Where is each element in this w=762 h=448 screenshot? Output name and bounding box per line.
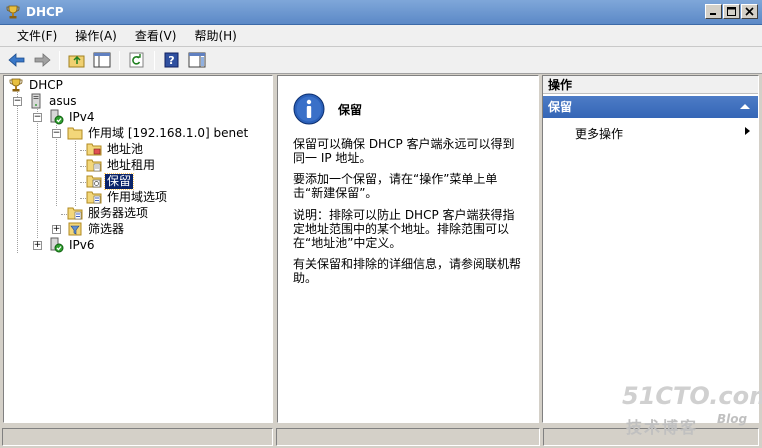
ip-server-ok-icon <box>50 109 64 125</box>
console-tree-pane[interactable]: DHCP − asus − IPv4 − 作用域 [192.168.1.0] b… <box>3 75 273 423</box>
close-button[interactable] <box>741 4 758 19</box>
tree-item-label: 地址租用 <box>107 157 156 172</box>
forward-button[interactable] <box>31 50 53 71</box>
tree-item-server[interactable]: asus <box>28 93 78 109</box>
watermark: 51CTO.com 技术博客 Blog <box>622 382 762 438</box>
toolbar-separator <box>154 50 155 70</box>
collapse-toggle[interactable]: − <box>13 97 22 106</box>
refresh-icon <box>129 52 144 68</box>
actions-section-reservations[interactable]: 保留 <box>543 96 758 118</box>
collapse-toggle[interactable]: − <box>52 129 61 138</box>
actions-section-label: 保留 <box>548 100 573 114</box>
content-paragraph: 保留可以确保 DHCP 客户端永远可以得到同一 IP 地址。 <box>293 137 515 165</box>
help-button[interactable]: ? <box>161 50 183 71</box>
title-bar[interactable]: DHCP <box>0 0 762 25</box>
tree-item-address-pool[interactable]: 地址池 <box>86 141 145 157</box>
collapse-toggle[interactable]: − <box>33 113 42 122</box>
tree-guide <box>37 109 38 238</box>
server-icon <box>31 93 41 109</box>
console-tree-icon <box>93 52 111 68</box>
status-cell <box>276 428 540 446</box>
refresh-button[interactable] <box>126 50 148 71</box>
dhcp-trophy-icon <box>9 78 23 92</box>
more-actions-item[interactable]: 更多操作 <box>575 125 623 142</box>
tree-item-scope[interactable]: 作用域 [192.168.1.0] benet <box>67 125 250 141</box>
folder-options-icon <box>86 191 102 204</box>
tree-item-address-leases[interactable]: 地址租用 <box>86 157 157 173</box>
actions-header: 操作 <box>543 76 758 94</box>
arrow-left-icon <box>8 53 25 67</box>
toolbar: ? <box>0 47 762 74</box>
tree-item-ipv6[interactable]: IPv6 <box>48 237 97 253</box>
tree-guide <box>75 141 76 206</box>
watermark-subtitle: 技术博客 <box>626 418 699 437</box>
tree-item-dhcp[interactable]: DHCP <box>8 77 65 93</box>
tree-item-label: 作用域 [192.168.1.0] benet <box>88 125 249 140</box>
filter-icon <box>68 222 82 236</box>
tree-item-label: asus <box>49 93 77 108</box>
window-title: DHCP <box>26 5 64 19</box>
watermark-blog: Blog <box>717 412 748 426</box>
collapse-caret-icon[interactable] <box>740 104 750 109</box>
tree-item-scope-options[interactable]: 作用域选项 <box>86 189 169 205</box>
status-cell <box>2 428 273 446</box>
tree-item-label: 地址池 <box>107 141 144 156</box>
tree-item-label: 服务器选项 <box>88 205 149 220</box>
watermark-logo: 51CTO.com <box>622 382 762 410</box>
tree-item-label: IPv4 <box>69 109 95 124</box>
tree-item-label: DHCP <box>29 77 63 92</box>
folder-leases-icon <box>86 159 102 172</box>
tree-item-label: 作用域选项 <box>107 189 168 204</box>
tree-item-server-options[interactable]: 服务器选项 <box>67 205 150 221</box>
submenu-arrow-icon <box>745 127 750 135</box>
content-paragraph: 要添加一个保留，请在“操作”菜单上单击“新建保留”。 <box>293 172 498 200</box>
expand-toggle[interactable]: + <box>52 225 61 234</box>
tree-item-label: 保留 <box>103 172 135 190</box>
dhcp-trophy-icon <box>6 5 20 19</box>
menu-file[interactable]: 文件(F) <box>8 26 66 46</box>
tree-item-ipv4[interactable]: IPv4 <box>48 109 97 125</box>
close-icon <box>745 7 754 16</box>
help-book-icon: ? <box>164 52 179 68</box>
tree-guide <box>17 92 18 253</box>
folder-up-icon <box>68 55 85 68</box>
folder-options-icon <box>67 207 83 220</box>
toolbar-separator <box>119 50 120 70</box>
ip-server-ok-icon <box>50 237 64 253</box>
folder-reservations-icon <box>86 175 102 188</box>
up-level-button[interactable] <box>66 50 88 71</box>
tree-item-label: 筛选器 <box>88 221 125 236</box>
content-paragraph: 有关保留和排除的详细信息，请参阅联机帮助。 <box>293 257 522 285</box>
show-hide-action-pane-button[interactable] <box>186 50 208 71</box>
folder-pool-icon <box>86 143 102 156</box>
minimize-button[interactable] <box>705 4 722 19</box>
maximize-icon <box>727 7 736 16</box>
back-button[interactable] <box>6 50 28 71</box>
folder-open-icon <box>67 127 83 140</box>
menu-help[interactable]: 帮助(H) <box>185 26 245 46</box>
info-icon <box>293 93 325 125</box>
details-pane: 保留 保留可以确保 DHCP 客户端永远可以得到同一 IP 地址。 要添加一个保… <box>277 75 539 423</box>
tree-item-filters[interactable]: 筛选器 <box>67 221 126 237</box>
tree-item-label: IPv6 <box>69 237 95 252</box>
content-paragraph: 说明：排除可以防止 DHCP 客户端获得指定地址范围中的某个地址。排除范围可以在… <box>293 208 515 250</box>
toolbar-separator <box>59 50 60 70</box>
expand-toggle[interactable]: + <box>33 241 42 250</box>
minimize-icon <box>710 13 716 15</box>
menu-action[interactable]: 操作(A) <box>66 26 126 46</box>
actions-pane: 操作 保留 更多操作 <box>542 75 759 423</box>
show-hide-tree-button[interactable] <box>91 50 113 71</box>
menu-view[interactable]: 查看(V) <box>126 26 186 46</box>
svg-text:?: ? <box>168 54 174 67</box>
tree-item-reservations[interactable]: 保留 <box>86 172 135 190</box>
arrow-right-icon <box>34 53 51 67</box>
content-title: 保留 <box>338 103 363 117</box>
action-pane-icon <box>188 52 206 68</box>
maximize-button[interactable] <box>723 4 740 19</box>
menu-bar: 文件(F) 操作(A) 查看(V) 帮助(H) <box>0 25 762 47</box>
